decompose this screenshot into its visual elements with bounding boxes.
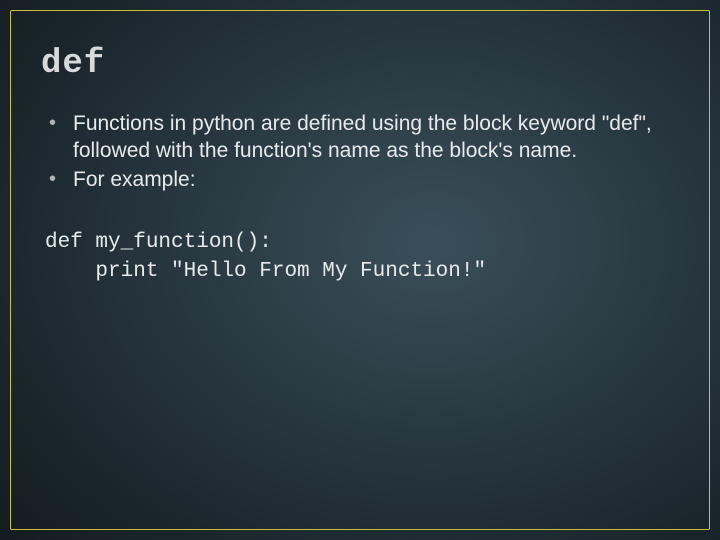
slide-title: def [41,45,679,83]
slide-content: def Functions in python are defined usin… [11,11,709,287]
slide-frame: def Functions in python are defined usin… [10,10,710,530]
bullet-item: For example: [45,167,679,194]
code-block: def my_function(): print "Hello From My … [45,228,679,288]
bullet-item: Functions in python are defined using th… [45,111,679,165]
bullet-list: Functions in python are defined using th… [45,111,679,194]
